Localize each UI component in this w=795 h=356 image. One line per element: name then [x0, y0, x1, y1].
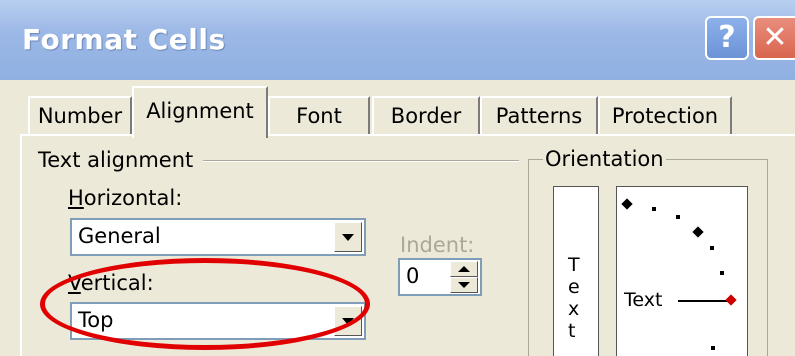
horizontal-select[interactable]: General: [70, 218, 366, 256]
dialog-title: Format Cells: [22, 23, 226, 56]
tab-protection[interactable]: Protection: [598, 96, 732, 134]
orientation-dial[interactable]: [616, 186, 748, 356]
arrow-up-icon: [458, 266, 470, 272]
dial-tick: [710, 246, 714, 250]
indent-spinner[interactable]: 0: [398, 258, 482, 296]
dial-tick: [720, 271, 724, 275]
orientation-group-label: Orientation: [543, 147, 666, 171]
vertical-text-letter: e: [568, 276, 580, 298]
tab-alignment[interactable]: Alignment: [132, 86, 268, 138]
dial-needle: [678, 300, 728, 302]
horizontal-label-rest: orizontal:: [83, 186, 183, 210]
vertical-label: Vertical:: [68, 271, 154, 295]
vertical-value: Top: [78, 308, 114, 332]
indent-label: Indent:: [400, 233, 475, 257]
format-cells-dialog: Format Cells ? ✕ Number Alignment Font B…: [0, 0, 795, 356]
tab-number[interactable]: Number: [28, 96, 132, 134]
indent-value: 0: [406, 264, 420, 288]
vertical-text-letter: x: [568, 298, 580, 320]
tab-font[interactable]: Font: [268, 96, 370, 134]
help-button[interactable]: ?: [705, 16, 749, 60]
close-button[interactable]: ✕: [753, 16, 795, 60]
dial-text-label: Text: [624, 289, 663, 311]
vertical-accel: V: [68, 271, 81, 295]
text-alignment-group-label: Text alignment: [38, 148, 194, 172]
horizontal-value: General: [78, 224, 161, 248]
chevron-down-icon: [342, 318, 354, 325]
horizontal-accel: H: [68, 186, 84, 210]
dial-tick: [652, 207, 656, 211]
vertical-text-letter: T: [568, 254, 580, 276]
vertical-dropdown-button[interactable]: [334, 306, 362, 336]
help-icon: ?: [718, 20, 736, 55]
chevron-down-icon: [342, 234, 354, 241]
tab-border[interactable]: Border: [372, 96, 480, 134]
vertical-label-rest: ertical:: [80, 271, 154, 295]
tab-patterns[interactable]: Patterns: [480, 96, 598, 134]
dial-tick: [676, 215, 680, 219]
horizontal-label: Horizontal:: [68, 186, 182, 210]
spin-up-button[interactable]: [450, 261, 478, 277]
horizontal-dropdown-button[interactable]: [334, 222, 362, 252]
close-icon: ✕: [762, 20, 788, 55]
vertical-text-letter: t: [568, 320, 576, 342]
arrow-down-icon: [458, 282, 470, 288]
group-divider: [203, 160, 519, 162]
dial-tick: [711, 346, 715, 350]
title-bar[interactable]: Format Cells ? ✕: [0, 0, 795, 80]
vertical-select[interactable]: Top: [70, 302, 366, 340]
spin-down-button[interactable]: [450, 277, 478, 293]
